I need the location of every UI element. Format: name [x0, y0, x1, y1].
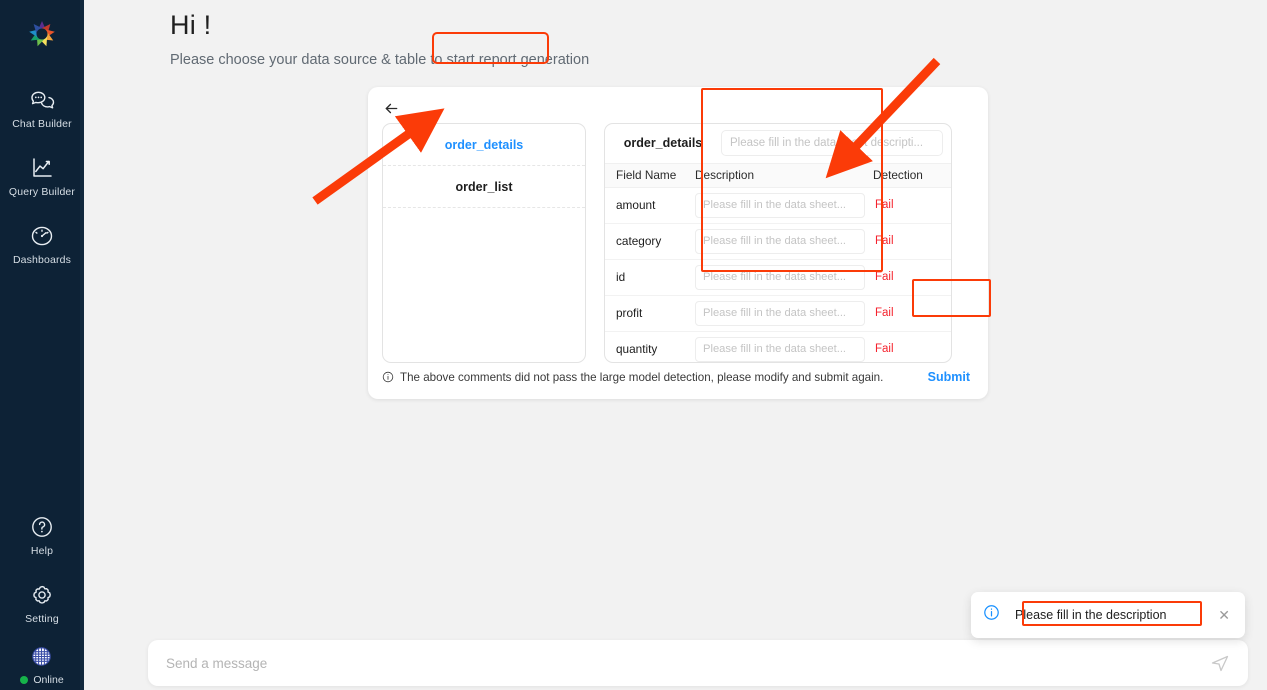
sidebar-bottom-nav: Help Setting Online: [0, 507, 84, 690]
validation-note: The above comments did not pass the larg…: [382, 371, 883, 384]
table-detail-panel: order_details Please fill in the data sh…: [604, 123, 952, 363]
cell-description: Please fill in the data sheet...: [695, 192, 873, 218]
submit-button[interactable]: Submit: [924, 367, 974, 387]
sidebar-item-query-builder[interactable]: Query Builder: [0, 148, 84, 200]
sidebar-item-label: Help: [30, 545, 54, 557]
table-header-row: Field Name Description Detection: [605, 162, 951, 188]
greeting-block: Hi ! Please choose your data source & ta…: [170, 10, 589, 68]
description-placeholder: Please fill in the data sheet...: [703, 235, 847, 248]
back-button[interactable]: [382, 97, 406, 119]
page-subtitle: Please choose your data source & table t…: [170, 52, 590, 68]
cell-detection-status: Fail: [875, 235, 894, 248]
gauge-icon: [28, 222, 56, 250]
cell-description: Please fill in the data sheet...: [695, 228, 873, 254]
app-root: Chat Builder Query Builder Dashboards He…: [0, 0, 1267, 690]
detail-table-name: order_details: [623, 136, 703, 151]
chat-bubbles-icon: [28, 86, 56, 114]
sidebar-item-chat-builder[interactable]: Chat Builder: [0, 80, 84, 132]
cell-detection-status: Fail: [875, 271, 894, 284]
cell-field-name: amount: [616, 198, 656, 213]
column-header-description: Description: [695, 168, 755, 183]
sheet-description-input[interactable]: Please fill in the data sheet descripti.…: [721, 130, 943, 157]
column-header-field-name: Field Name: [616, 168, 677, 183]
rainbow-flower-logo[interactable]: [24, 16, 60, 52]
table-list-item-order-list[interactable]: order_list: [383, 166, 585, 208]
send-plane-icon[interactable]: [1210, 653, 1230, 673]
data-source-card: order_details order_list order_details P…: [368, 87, 988, 399]
sidebar-item-label: Query Builder: [8, 186, 76, 198]
globe-icon: [28, 643, 56, 671]
column-header-detection: Detection: [873, 168, 923, 183]
toast-message: Please fill in the description: [1015, 608, 1167, 622]
sidebar-item-help[interactable]: Help: [0, 507, 84, 559]
gear-icon: [28, 581, 56, 609]
question-circle-icon: [28, 513, 56, 541]
sidebar-item-dashboards[interactable]: Dashboards: [0, 216, 84, 268]
description-placeholder: Please fill in the data sheet...: [703, 307, 847, 320]
description-placeholder: Please fill in the data sheet...: [703, 343, 847, 356]
table-row: profit Please fill in the data sheet... …: [605, 296, 951, 332]
table-list-panel: order_details order_list: [382, 123, 586, 363]
sidebar-item-label: Dashboards: [12, 254, 72, 266]
cell-description: Please fill in the data sheet...: [695, 300, 873, 326]
table-list-item-label: order_details: [444, 137, 524, 152]
sidebar-item-setting[interactable]: Setting: [0, 575, 84, 627]
main-content: Hi ! Please choose your data source & ta…: [84, 0, 1267, 690]
sidebar: Chat Builder Query Builder Dashboards He…: [0, 0, 84, 690]
cell-detection-status: Fail: [875, 343, 894, 356]
description-input[interactable]: Please fill in the data sheet...: [695, 300, 865, 326]
table-list-item-label: order_list: [455, 179, 513, 194]
message-input-placeholder: Send a message: [166, 655, 268, 671]
table-body: amount Please fill in the data sheet... …: [605, 188, 951, 362]
status-indicator[interactable]: Online: [0, 643, 84, 686]
description-input[interactable]: Please fill in the data sheet...: [695, 192, 865, 218]
table-list-item-order-details[interactable]: order_details: [383, 124, 585, 166]
sidebar-nav: Chat Builder Query Builder Dashboards: [0, 80, 84, 284]
panels-row: order_details order_list order_details P…: [382, 123, 974, 363]
description-input[interactable]: Please fill in the data sheet...: [695, 264, 865, 290]
online-label: Online: [33, 674, 64, 686]
line-chart-icon: [28, 154, 56, 182]
cell-description: Please fill in the data sheet...: [695, 264, 873, 290]
info-circle-icon: [983, 604, 1000, 626]
sidebar-item-label: Setting: [25, 613, 59, 625]
cell-field-name: id: [616, 270, 626, 285]
table-row: amount Please fill in the data sheet... …: [605, 188, 951, 224]
description-placeholder: Please fill in the data sheet...: [703, 271, 847, 284]
validation-note-text: The above comments did not pass the larg…: [400, 370, 884, 384]
online-dot-icon: [20, 676, 29, 684]
detail-header: order_details Please fill in the data sh…: [605, 124, 951, 163]
table-row: category Please fill in the data sheet..…: [605, 224, 951, 260]
description-input[interactable]: Please fill in the data sheet...: [695, 336, 865, 362]
sheet-description-placeholder: Please fill in the data sheet descripti.…: [730, 137, 924, 150]
sidebar-item-label: Chat Builder: [12, 118, 72, 130]
card-footer: The above comments did not pass the larg…: [382, 363, 974, 391]
cell-field-name: quantity: [616, 342, 658, 357]
table-row: id Please fill in the data sheet... Fail: [605, 260, 951, 296]
cell-detection-status: Fail: [875, 199, 894, 212]
page-title: Hi !: [170, 10, 212, 40]
cell-field-name: category: [616, 234, 662, 249]
description-input[interactable]: Please fill in the data sheet...: [695, 228, 865, 254]
description-placeholder: Please fill in the data sheet...: [703, 199, 847, 212]
table-row: quantity Please fill in the data sheet..…: [605, 332, 951, 362]
info-circle-icon: [382, 371, 394, 383]
toast-notification: Please fill in the description ✕: [971, 592, 1245, 638]
message-input-bar[interactable]: Send a message: [148, 640, 1248, 686]
cell-description: Please fill in the data sheet...: [695, 336, 873, 362]
cell-field-name: profit: [616, 306, 643, 321]
close-icon[interactable]: ✕: [1215, 605, 1233, 626]
arrow-left-icon: [385, 103, 398, 113]
cell-detection-status: Fail: [875, 307, 894, 320]
online-status: Online: [20, 674, 64, 686]
